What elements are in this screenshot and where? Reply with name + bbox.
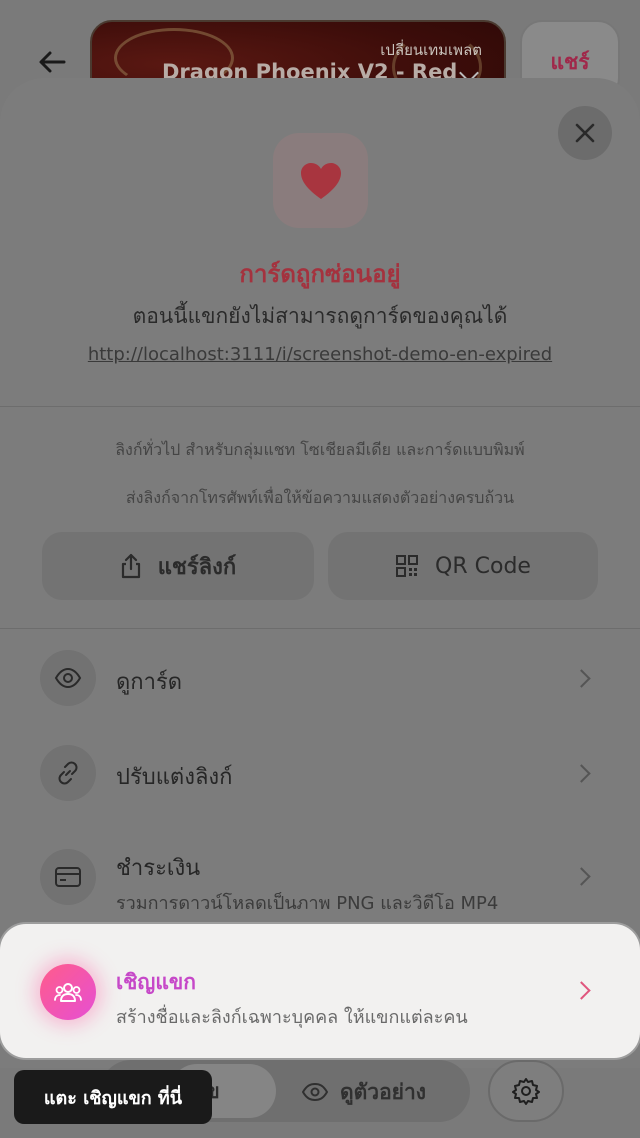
row-icon-container [40, 849, 96, 905]
divider [0, 628, 640, 629]
menu-row-label: ปรับแต่งลิงก์ [116, 765, 233, 790]
onboarding-tooltip: แตะ เชิญแขก ที่นี่ [14, 1070, 212, 1124]
menu-row-customize-link[interactable]: ปรับแต่งลิงก์ [0, 726, 640, 822]
card-hidden-title: การ์ดถูกซ่อนอยู่ [239, 260, 401, 288]
menu-row-label: ชำระเงิน [116, 856, 201, 881]
card-status-tile [273, 133, 368, 228]
invite-guests-description: สร้างชื่อและลิงก์เฉพาะบุคคล ให้แขกแต่ละค… [116, 1007, 468, 1028]
divider [0, 406, 640, 407]
gear-icon [512, 1078, 540, 1105]
back-arrow-icon[interactable] [34, 44, 70, 80]
credit-card-icon [55, 867, 81, 887]
preview-button[interactable]: ดูตัวอย่าง [302, 1072, 426, 1112]
link-icon [58, 761, 78, 785]
close-button[interactable] [558, 106, 612, 160]
chevron-right-icon [572, 669, 591, 688]
card-hidden-subtitle: ตอนนี้แขกยังไม่สามารถดูการ์ดของคุณได้ [132, 304, 508, 328]
share-link-button[interactable]: แชร์ลิงก์ [42, 532, 314, 600]
qr-code-label: QR Code [435, 553, 531, 579]
preview-label: ดูตัวอย่าง [340, 1079, 427, 1104]
share-upload-icon [121, 553, 140, 579]
invite-icon-container [40, 964, 96, 1020]
menu-row-invite-guests[interactable]: เชิญแขก สร้างชื่อและลิงก์เฉพาะบุคคล ให้แ… [0, 924, 640, 1058]
qr-code-icon [396, 555, 419, 577]
share-sheet: การ์ดถูกซ่อนอยู่ ตอนนี้แขกยังไม่สามารถดู… [0, 78, 640, 1068]
share-link-label: แชร์ลิงก์ [157, 554, 237, 580]
guests-icon [54, 983, 82, 1002]
close-icon [575, 123, 595, 143]
share-info-line-2: ส่งลิงก์จากโทรศัพท์เพื่อให้ข้อความแสดงตั… [125, 488, 515, 507]
eye-icon [54, 668, 82, 688]
chevron-right-icon [572, 867, 591, 886]
heart-icon [300, 162, 341, 199]
eye-icon [302, 1083, 328, 1101]
chevron-right-icon [572, 981, 591, 1000]
row-icon-container [40, 650, 96, 706]
share-info-line-1: ลิงก์ทั่วไป สำหรับกลุ่มแชท โซเชียลมีเดีย… [115, 440, 525, 459]
menu-row-label: ดูการ์ด [116, 670, 183, 695]
qr-code-button[interactable]: QR Code [328, 532, 598, 600]
row-icon-container [40, 745, 96, 801]
menu-row-payment[interactable]: ชำระเงิน รวมการดาวน์โหลดเป็นภาพ PNG และว… [0, 822, 640, 932]
menu-row-view-card[interactable]: ดูการ์ด [0, 630, 640, 726]
invite-guests-title: เชิญแขก [116, 970, 196, 994]
change-template-label: เปลี่ยนเทมเพลต [380, 41, 482, 59]
menu-row-description: รวมการดาวน์โหลดเป็นภาพ PNG และวิดีโอ MP4 [116, 893, 499, 914]
card-url-link[interactable]: http://localhost:3111/i/screenshot-demo-… [0, 344, 640, 365]
settings-button[interactable] [488, 1060, 564, 1122]
chevron-right-icon [572, 764, 591, 783]
